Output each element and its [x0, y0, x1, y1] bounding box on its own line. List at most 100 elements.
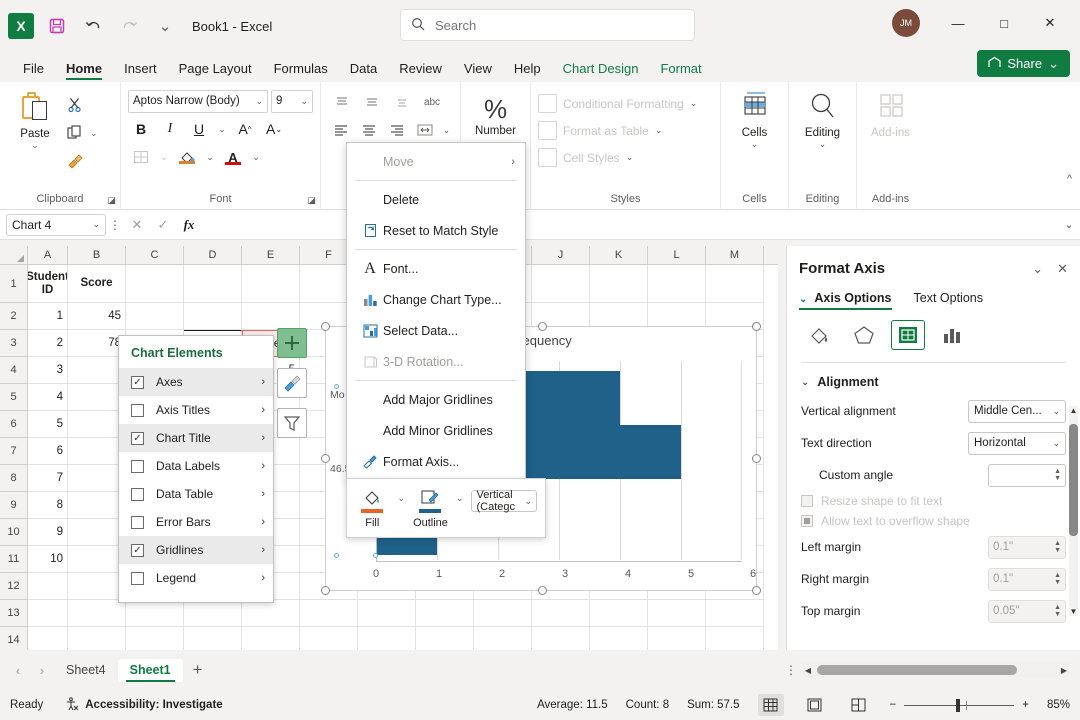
axis-handle-bottom[interactable]	[334, 553, 339, 558]
sheet-tab-sheet1[interactable]: Sheet1	[117, 658, 183, 682]
column-header-a[interactable]: A	[28, 246, 68, 264]
cells-chevron-icon[interactable]: ⌄	[751, 139, 759, 150]
share-button[interactable]: Share ⌄	[977, 50, 1070, 77]
status-average[interactable]: Average: 11.5	[537, 699, 608, 711]
row-header-1[interactable]: 1	[0, 265, 28, 303]
axes-submenu-icon[interactable]: ›	[261, 376, 265, 388]
tab-formulas[interactable]: Formulas	[263, 58, 339, 82]
cell-a11[interactable]: 10	[28, 546, 68, 573]
cell-m1[interactable]	[706, 265, 764, 303]
context-menu-change-chart-type[interactable]: Change Chart Type...	[347, 284, 525, 315]
merge-chevron-icon[interactable]: ⌄	[440, 118, 453, 143]
context-menu-reset-style[interactable]: Reset to Match Style	[347, 215, 525, 246]
normal-view-button[interactable]	[757, 694, 784, 716]
cell-c2[interactable]	[126, 303, 184, 330]
avatar[interactable]: JM	[892, 9, 920, 37]
merge-cells-button[interactable]	[412, 117, 438, 143]
font-color-button[interactable]: A	[220, 145, 246, 170]
horizontal-scrollbar[interactable]: ◀ ▶	[802, 663, 1070, 677]
clipboard-dialog-launcher[interactable]: ◪	[107, 195, 116, 206]
column-header-l[interactable]: L	[648, 246, 706, 264]
cell-m14[interactable]	[706, 627, 764, 650]
chart-title-checkbox[interactable]: ✓	[131, 431, 144, 445]
pane-tab-text-options[interactable]: Text Options	[914, 291, 983, 310]
chart-handle-tl[interactable]	[321, 322, 330, 331]
add-sheet-button[interactable]: +	[183, 660, 213, 680]
search-box[interactable]	[400, 9, 695, 41]
cell-a2[interactable]: 1	[28, 303, 68, 330]
cell-a3[interactable]: 2	[28, 330, 68, 357]
outline-chevron-icon[interactable]: ⌄	[456, 493, 464, 504]
alignment-chevron-icon[interactable]: ⌄	[801, 377, 809, 388]
cancel-entry-icon[interactable]: ✕	[124, 217, 150, 233]
status-count[interactable]: Count: 8	[626, 699, 669, 711]
axis-options-icon[interactable]	[935, 320, 969, 350]
chart-elements-button[interactable]	[277, 328, 307, 358]
align-right-button[interactable]	[384, 117, 410, 143]
zoom-slider[interactable]: − +	[890, 698, 1029, 712]
cell-a8[interactable]: 7	[28, 465, 68, 492]
pane-tab-axis-options[interactable]: ⌄ Axis Options	[799, 291, 892, 310]
chart-handle-br[interactable]	[752, 586, 761, 595]
tab-review[interactable]: Review	[388, 58, 453, 82]
chart-element-chart-title[interactable]: ✓ Chart Title ›	[119, 424, 273, 452]
expand-formula-bar-icon[interactable]: ⌄	[1058, 218, 1080, 231]
hscroll-track[interactable]	[817, 665, 1055, 675]
cell-d13[interactable]	[184, 600, 242, 627]
orientation-button[interactable]: abc	[418, 89, 446, 115]
gridlines-checkbox[interactable]: ✓	[131, 543, 144, 557]
column-header-e[interactable]: E	[242, 246, 300, 264]
row-header-13[interactable]: 13	[0, 600, 28, 627]
cell-a5[interactable]: 4	[28, 384, 68, 411]
cell-a7[interactable]: 6	[28, 438, 68, 465]
column-header-b[interactable]: B	[68, 246, 126, 264]
tab-chart-design[interactable]: Chart Design	[552, 58, 650, 82]
zoom-level-label[interactable]: 85%	[1047, 699, 1070, 711]
axis-handle-bottom-right[interactable]	[373, 553, 378, 558]
cell-i13[interactable]	[474, 600, 532, 627]
copy-chevron-icon[interactable]: ⌄	[90, 128, 98, 139]
formula-input[interactable]	[202, 213, 1052, 236]
data-table-submenu-icon[interactable]: ›	[261, 488, 265, 500]
data-labels-checkbox[interactable]	[131, 459, 144, 473]
chart-element-axis-titles[interactable]: Axis Titles ›	[119, 396, 273, 424]
cell-b14[interactable]	[68, 627, 126, 650]
legend-checkbox[interactable]	[131, 571, 144, 585]
axis-titles-checkbox[interactable]	[131, 403, 144, 417]
search-input[interactable]	[433, 16, 684, 34]
axis-handle-top[interactable]	[334, 384, 339, 389]
cell-f13[interactable]	[300, 600, 358, 627]
ribbon-group-addins[interactable]: Add-ins Add-ins	[856, 82, 924, 210]
cell-b1[interactable]: Score	[68, 265, 126, 303]
chart-element-data-labels[interactable]: Data Labels ›	[119, 452, 273, 480]
cell-a9[interactable]: 8	[28, 492, 68, 519]
cell-a10[interactable]: 9	[28, 519, 68, 546]
row-header-4[interactable]: 4	[0, 357, 28, 384]
pane-scroll-up-icon[interactable]: ▲	[1069, 406, 1078, 415]
tab-data[interactable]: Data	[339, 58, 388, 82]
mini-toolbar[interactable]: Fill ⌄ Outline ⌄ Vertical (Categc ⌄	[346, 478, 546, 538]
align-center-button[interactable]	[356, 117, 382, 143]
cell-b2[interactable]: 45	[68, 303, 126, 330]
tab-page-layout[interactable]: Page Layout	[168, 58, 263, 82]
grow-font-button[interactable]: A ^	[232, 117, 258, 142]
column-header-c[interactable]: C	[126, 246, 184, 264]
text-direction-select[interactable]: Horizontal ⌄	[968, 431, 1066, 455]
align-top-button[interactable]	[328, 89, 356, 115]
format-as-table-chevron-icon[interactable]: ⌄	[655, 125, 663, 136]
cell-l13[interactable]	[648, 600, 706, 627]
font-size-chevron-icon[interactable]: ⌄	[300, 96, 308, 107]
tab-help[interactable]: Help	[503, 58, 552, 82]
fill-line-icon[interactable]	[803, 320, 837, 350]
cell-e13[interactable]	[242, 600, 300, 627]
font-name-combo[interactable]: Aptos Narrow (Body) ⌄	[128, 89, 268, 113]
fill-chevron-icon[interactable]: ⌄	[398, 493, 406, 504]
save-icon[interactable]	[44, 13, 70, 39]
chart-elements-flyout[interactable]: Chart Elements ✓ Axes › Axis Titles › ✓ …	[118, 335, 274, 603]
error-bars-submenu-icon[interactable]: ›	[261, 516, 265, 528]
context-menu-select-data[interactable]: Select Data...	[347, 315, 525, 346]
cell-e1[interactable]	[242, 265, 300, 303]
chart-handle-bl[interactable]	[321, 586, 330, 595]
hscroll-left-icon[interactable]: ◀	[802, 666, 814, 675]
name-box-more-icon[interactable]: ⋮	[106, 218, 124, 232]
